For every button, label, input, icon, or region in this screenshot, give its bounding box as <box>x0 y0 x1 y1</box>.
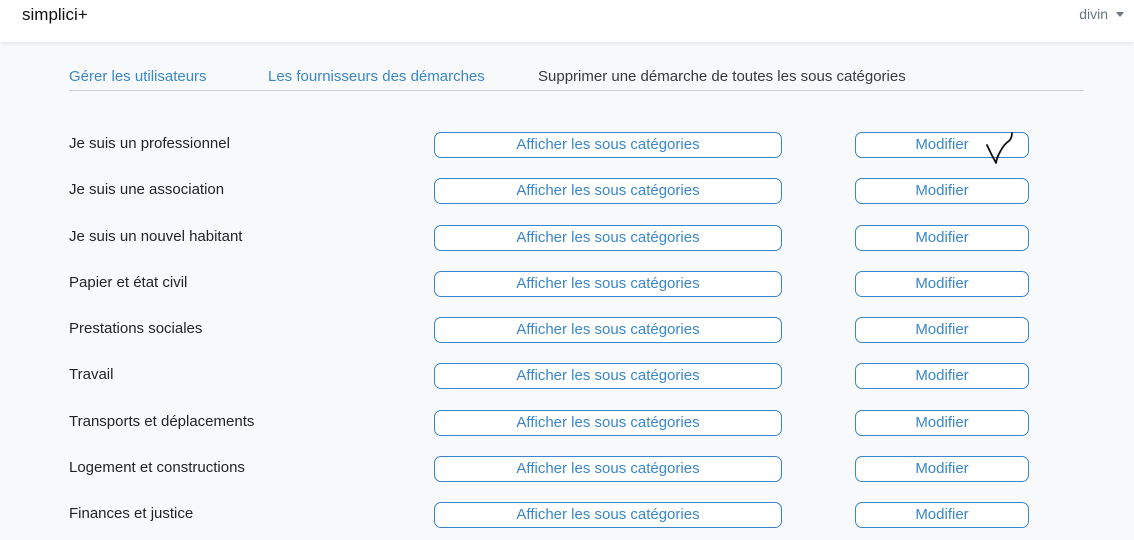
tab-users[interactable]: Gérer les utilisateurs <box>69 68 207 85</box>
category-label: Je suis une association <box>69 181 225 198</box>
category-label: Prestations sociales <box>69 320 203 337</box>
category-label: Je suis un nouvel habitant <box>69 228 243 245</box>
show-subcategories-button[interactable]: Afficher les sous catégories <box>434 225 782 251</box>
category-row: Travail Afficher les sous catégories Modif… <box>0 362 1134 390</box>
user-name: divin <box>1079 6 1108 22</box>
brand-logo[interactable]: simplici+ <box>22 5 88 25</box>
category-label: Papier et état civil <box>69 274 188 291</box>
tab-delete-procedure[interactable]: Supprimer une démarche de toutes les sou… <box>538 68 906 85</box>
category-row: Papier et état civil Afficher les sous ca… <box>0 270 1134 298</box>
category-label: Transports et déplacements <box>69 413 255 430</box>
show-subcategories-button[interactable]: Afficher les sous catégories <box>434 132 782 158</box>
category-row: Je suis une association Afficher les sous… <box>0 177 1134 205</box>
category-label: Finances et justice <box>69 505 194 522</box>
edit-category-button[interactable]: Modifier <box>855 410 1029 436</box>
admin-tabs: Gérer les utilisateurs Les fournisseurs … <box>69 64 1084 91</box>
show-subcategories-button[interactable]: Afficher les sous catégories <box>434 410 782 436</box>
category-row: Prestations sociales Afficher les sous ca… <box>0 316 1134 344</box>
edit-category-button[interactable]: Modifier <box>855 178 1029 204</box>
category-row: Finances et justice Afficher les sous cat… <box>0 501 1134 529</box>
show-subcategories-button[interactable]: Afficher les sous catégories <box>434 317 782 343</box>
edit-category-button[interactable]: Modifier <box>855 456 1029 482</box>
show-subcategories-button[interactable]: Afficher les sous catégories <box>434 271 782 297</box>
edit-category-button[interactable]: Modifier <box>855 363 1029 389</box>
user-menu[interactable]: divin <box>1079 6 1124 22</box>
chevron-down-icon <box>1116 11 1124 17</box>
tab-providers[interactable]: Les fournisseurs des démarches <box>268 68 485 85</box>
show-subcategories-button[interactable]: Afficher les sous catégories <box>434 502 782 528</box>
category-row: Je suis un professionnel Afficher les sou… <box>0 131 1134 159</box>
category-label: Travail <box>69 366 114 383</box>
show-subcategories-button[interactable]: Afficher les sous catégories <box>434 363 782 389</box>
category-label: Logement et constructions <box>69 459 245 476</box>
show-subcategories-button[interactable]: Afficher les sous catégories <box>434 456 782 482</box>
category-row: Transports et déplacements Afficher les s… <box>0 409 1134 437</box>
category-row: Logement et constructions Afficher les so… <box>0 455 1134 483</box>
edit-category-button[interactable]: Modifier <box>855 225 1029 251</box>
category-row: Je suis un nouvel habitant Afficher les s… <box>0 224 1134 252</box>
category-label: Je suis un professionnel <box>69 135 230 152</box>
edit-category-button[interactable]: Modifier <box>855 271 1029 297</box>
edit-category-button[interactable]: Modifier <box>855 317 1029 343</box>
show-subcategories-button[interactable]: Afficher les sous catégories <box>434 178 782 204</box>
top-navbar: simplici+ divin <box>0 0 1134 42</box>
edit-category-button[interactable]: Modifier <box>855 502 1029 528</box>
checkmark-scribble <box>986 132 1013 164</box>
